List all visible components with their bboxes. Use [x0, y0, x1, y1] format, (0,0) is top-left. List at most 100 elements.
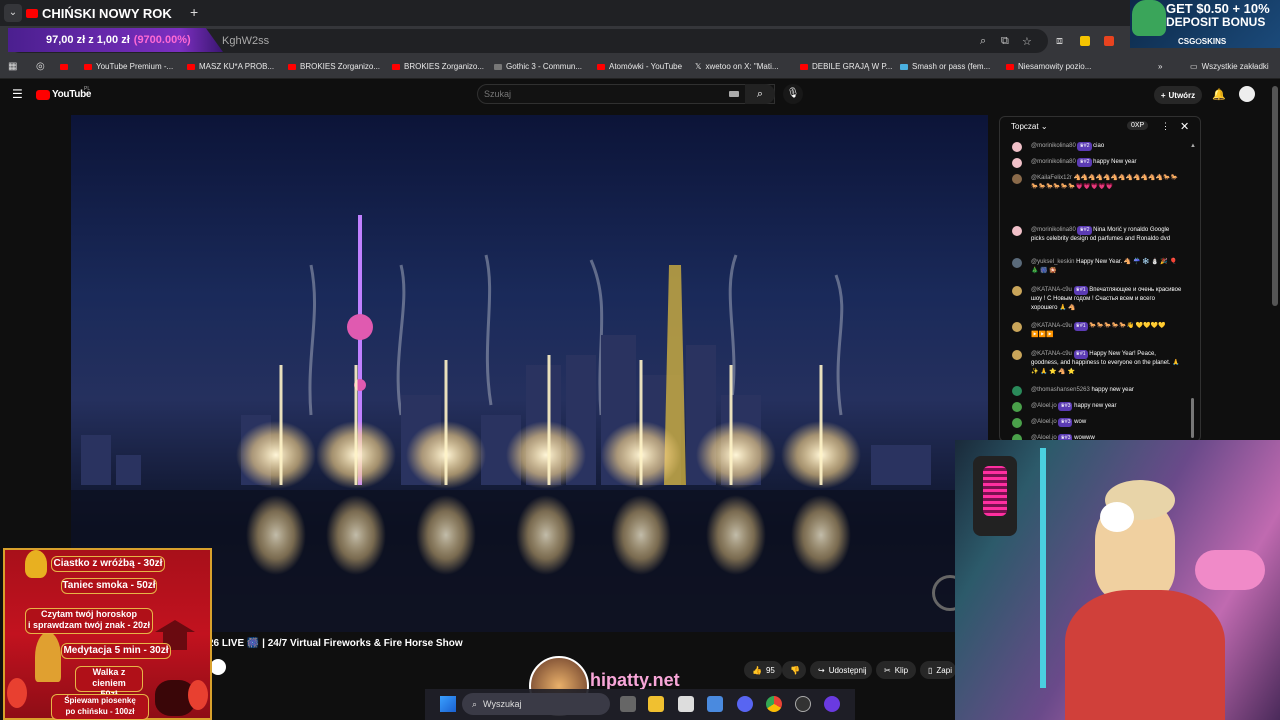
windows-start-icon[interactable] — [440, 696, 456, 712]
task-view-icon[interactable] — [620, 696, 636, 712]
bookmark-youtube-icon[interactable] — [60, 64, 68, 70]
chat-username[interactable]: @Aloel.jo — [1031, 403, 1058, 409]
tab-search-dropdown[interactable]: ⌄ — [4, 4, 22, 22]
extension-red-icon[interactable] — [1104, 36, 1114, 46]
store-icon[interactable] — [678, 696, 694, 712]
hair-flower — [1100, 502, 1134, 532]
bookmark-item[interactable]: YouTube Premium -... — [84, 62, 173, 71]
close-icon[interactable]: ✕ — [1180, 120, 1189, 133]
chat-avatar[interactable] — [1012, 350, 1022, 360]
app-icon[interactable] — [824, 696, 840, 712]
channel-avatar[interactable] — [210, 659, 226, 675]
save-button[interactable]: ▯ Zapi — [920, 661, 956, 679]
xp-badge[interactable]: 0XP — [1127, 121, 1149, 130]
all-bookmarks-folder[interactable]: ▭ Wszystkie zakładki — [1190, 62, 1269, 71]
voice-search-button[interactable]: 🎙 — [783, 84, 803, 104]
promo-line-2: DEPOSIT BONUS — [1166, 15, 1266, 29]
chrome-icon[interactable] — [766, 696, 782, 712]
chat-avatar[interactable] — [1012, 386, 1022, 396]
plus-icon: + — [1160, 90, 1166, 100]
chat-message: @morinikolina80 ♛#2 ciao — [1012, 142, 1182, 152]
youtube-logo-icon[interactable] — [36, 90, 50, 100]
balance-percent: (9700.00%) — [133, 34, 191, 46]
menu-icon[interactable]: ☰ — [12, 87, 23, 101]
bookmark-item[interactable]: DEBILE GRAJĄ W P... — [800, 62, 892, 71]
taskbar-search[interactable]: ⌕ Wyszukaj — [462, 693, 610, 715]
bookmark-item[interactable]: Smash or pass (fem... — [900, 62, 990, 71]
chevron-down-icon: ⌄ — [1040, 122, 1048, 131]
bookmark-item[interactable]: Gothic 3 - Commun... — [494, 62, 582, 71]
chat-rank-badge: ♛#1 — [1073, 286, 1088, 295]
bookmark-item[interactable]: BROKIES Zorganizo... — [392, 62, 484, 71]
extension-icon[interactable]: ⧈ — [1056, 35, 1063, 48]
chat-username[interactable]: @thomashansen5263 — [1031, 387, 1091, 393]
chat-message: @morinikolina80 ♛#2 Nina Morić y ronaldo… — [1012, 226, 1182, 244]
chat-rank-badge: ♛#1 — [1073, 350, 1088, 359]
chat-message-body: @KATANA-c9u ♛#1 Happy New Year! Peace, g… — [1031, 350, 1182, 377]
chat-username[interactable]: @KailaFelix12r — [1031, 175, 1073, 181]
chat-text: happy New year — [1093, 159, 1137, 165]
bookmark-star-icon[interactable]: ☆ — [1022, 35, 1032, 48]
chat-avatar[interactable] — [1012, 418, 1022, 428]
apps-grid-icon[interactable]: ▦ — [8, 61, 17, 72]
open-in-app-icon[interactable]: ⧉ — [1001, 35, 1009, 48]
obs-icon[interactable] — [795, 696, 811, 712]
bookmark-target-icon[interactable]: ◎ — [36, 61, 45, 72]
chat-username[interactable]: @morinikolina80 — [1031, 143, 1077, 149]
menu-item-fortune-cookie: Ciastko z wróżbą - 30zł — [51, 556, 165, 572]
chat-avatar[interactable] — [1012, 226, 1022, 236]
chat-avatar[interactable] — [1012, 258, 1022, 268]
bookmark-item[interactable]: Niesamowity pozio... — [1006, 62, 1091, 71]
chat-username[interactable]: @KATANA-c9u — [1031, 351, 1074, 357]
chat-username[interactable]: @yuksel_keskin — [1031, 259, 1076, 265]
chat-message-body: @KATANA-c9u ♛#1 Впечатляющее и очень кра… — [1031, 286, 1182, 313]
chat-avatar[interactable] — [1012, 322, 1022, 332]
streamer-webcam — [955, 440, 1280, 720]
bookmark-item[interactable]: BROKIES Zorganizo... — [288, 62, 380, 71]
bookmarks-overflow-icon[interactable]: » — [1158, 62, 1162, 71]
chat-scrollbar[interactable] — [1191, 398, 1194, 438]
new-tab-button[interactable]: + — [190, 4, 198, 20]
bookmark-item[interactable]: 𝕏xwetoo on X: "Mati... — [695, 62, 779, 71]
chat-username[interactable]: @morinikolina80 — [1031, 227, 1077, 233]
chat-mode-dropdown[interactable]: Topczat ⌄ — [1011, 122, 1048, 131]
notifications-bell-icon[interactable]: 🔔 — [1212, 88, 1226, 101]
like-button[interactable]: 👍 95 — [744, 661, 782, 679]
clip-button[interactable]: ✂ Klip — [876, 661, 916, 679]
file-explorer-icon[interactable] — [648, 696, 664, 712]
chat-text: wow — [1074, 419, 1087, 425]
chat-avatar[interactable] — [1012, 286, 1022, 296]
chat-avatar[interactable] — [1012, 158, 1022, 168]
notepad-icon[interactable] — [707, 696, 723, 712]
extension-yellow-icon[interactable] — [1080, 36, 1090, 46]
chat-username[interactable]: @Aloel.jo — [1031, 419, 1058, 425]
chat-message-body: @Aloel.jo ♛#3 happy new year — [1031, 402, 1182, 411]
create-button[interactable]: + Utwórz — [1154, 86, 1202, 104]
bookmark-label: Atomówki - YouTube — [609, 62, 683, 71]
discord-icon[interactable] — [737, 696, 753, 712]
zoom-icon[interactable]: ⌕ — [980, 35, 986, 48]
tab-active[interactable]: CHIŃSKI NOWY ROK — [26, 2, 186, 24]
like-count: 95 — [765, 665, 775, 675]
menu-item-chinese-song: Śpiewam piosenkę po chińsku - 100zł — [51, 694, 149, 720]
more-options-icon[interactable]: ⋮ — [1161, 121, 1170, 132]
chat-avatar[interactable] — [1012, 174, 1022, 184]
chat-message-body: @yuksel_keskin Happy New Year. 🐴 ☔ ❄️ ⛄ … — [1031, 258, 1182, 276]
dislike-button[interactable]: 👎 — [782, 661, 806, 679]
search-input[interactable]: Szukaj — [484, 89, 511, 99]
microphone-glow — [983, 466, 1007, 516]
tab-title: CHIŃSKI NOWY ROK — [42, 5, 172, 21]
chat-username[interactable]: @KATANA-c9u — [1031, 287, 1074, 293]
avatar[interactable] — [1239, 86, 1255, 102]
chat-avatar[interactable] — [1012, 142, 1022, 152]
chat-username[interactable]: @KATANA-c9u — [1031, 323, 1074, 329]
scroll-up-icon[interactable]: ▲ — [1190, 143, 1196, 149]
share-button[interactable]: ↪ Udostępnij — [810, 661, 872, 679]
chat-avatar[interactable] — [1012, 402, 1022, 412]
search-button[interactable]: ⌕ — [745, 84, 775, 104]
keyboard-icon[interactable] — [729, 91, 739, 97]
page-scrollbar[interactable] — [1272, 86, 1278, 306]
bookmark-item[interactable]: MASZ KU*A PROB... — [187, 62, 274, 71]
bookmark-item[interactable]: Atomówki - YouTube — [597, 62, 682, 71]
chat-username[interactable]: @morinikolina80 — [1031, 159, 1077, 165]
